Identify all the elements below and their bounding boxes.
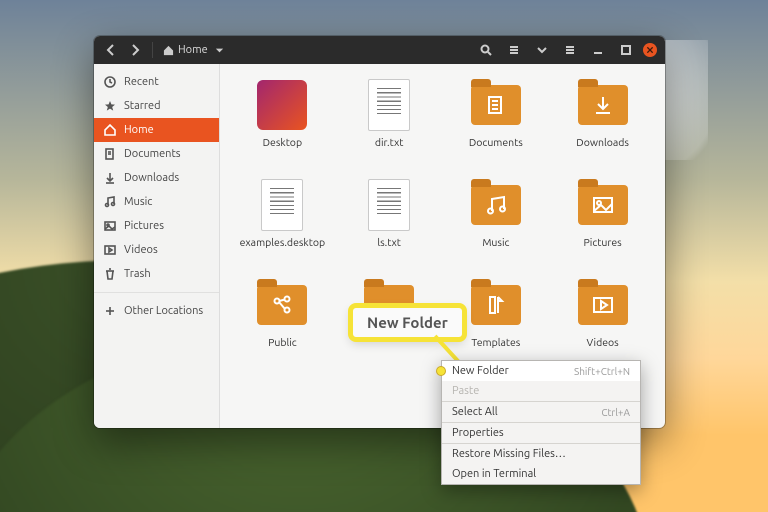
pictures-icon	[104, 220, 116, 232]
folder-icon	[471, 185, 521, 225]
file-item-label: Downloads	[576, 136, 629, 148]
file-item-label: Music	[482, 236, 509, 248]
folder-icon	[471, 85, 521, 125]
trash-icon	[104, 268, 116, 280]
context-menu-item-terminal[interactable]: Open in Terminal	[442, 464, 640, 484]
file-item-music[interactable]: Music	[444, 178, 549, 276]
context-menu: New Folder Shift+Ctrl+N Paste Select All…	[441, 360, 641, 485]
file-item-desktop[interactable]: Desktop	[230, 78, 335, 176]
context-menu-label: New Folder	[452, 365, 509, 377]
documents-icon	[104, 148, 116, 160]
menu-button[interactable]	[559, 40, 581, 60]
forward-button[interactable]	[124, 40, 146, 60]
sidebar-item-home[interactable]: Home	[94, 118, 219, 142]
context-menu-item-paste: Paste	[442, 381, 640, 401]
file-item-examples-desktop[interactable]: examples.desktop	[230, 178, 335, 276]
context-menu-accel: Ctrl+A	[601, 407, 630, 418]
context-menu-item-properties[interactable]: Properties	[442, 423, 640, 443]
context-menu-item-new-folder[interactable]: New Folder Shift+Ctrl+N	[442, 361, 640, 381]
sidebar-item-label: Downloads	[124, 172, 179, 184]
file-item-documents[interactable]: Documents	[444, 78, 549, 176]
minimize-button[interactable]	[587, 40, 609, 60]
view-options-button[interactable]	[531, 40, 553, 60]
file-item-ls-txt[interactable]: ls.txt	[337, 178, 442, 276]
titlebar: Home	[94, 36, 665, 64]
sidebar-item-label: Other Locations	[124, 305, 203, 317]
plus-icon	[104, 305, 116, 317]
file-item-label: Public	[268, 336, 297, 348]
sidebar-item-trash[interactable]: Trash	[94, 262, 219, 286]
search-button[interactable]	[475, 40, 497, 60]
text-file-icon	[368, 179, 410, 231]
context-menu-label: Select All	[452, 406, 498, 418]
file-item-label: ls.txt	[377, 236, 401, 248]
sidebar-item-recent[interactable]: Recent	[94, 70, 219, 94]
sidebar-item-label: Starred	[124, 100, 161, 112]
home-icon	[163, 45, 174, 56]
context-menu-label: Restore Missing Files…	[452, 448, 566, 460]
sidebar: Recent Starred Home Documents Downloads …	[94, 64, 220, 428]
context-menu-label: Properties	[452, 427, 504, 439]
sidebar-item-label: Documents	[124, 148, 181, 160]
sidebar-item-pictures[interactable]: Pictures	[94, 214, 219, 238]
context-menu-accel: Shift+Ctrl+N	[574, 366, 630, 377]
videos-icon	[104, 244, 116, 256]
sidebar-item-documents[interactable]: Documents	[94, 142, 219, 166]
file-item-label: Documents	[469, 136, 523, 148]
home-icon	[104, 124, 116, 136]
folder-icon	[578, 85, 628, 125]
sidebar-item-other-locations[interactable]: Other Locations	[94, 299, 219, 323]
sidebar-item-starred[interactable]: Starred	[94, 94, 219, 118]
clock-icon	[104, 76, 116, 88]
sidebar-item-label: Videos	[124, 244, 158, 256]
folder-icon	[578, 185, 628, 225]
text-file-icon	[261, 179, 303, 231]
sidebar-item-label: Pictures	[124, 220, 164, 232]
folder-icon	[257, 285, 307, 325]
music-icon	[104, 196, 116, 208]
file-item-public[interactable]: Public	[230, 278, 335, 376]
file-item-label: examples.desktop	[240, 236, 326, 248]
close-button[interactable]	[643, 43, 657, 57]
sidebar-item-downloads[interactable]: Downloads	[94, 166, 219, 190]
callout-new-folder: New Folder	[350, 305, 465, 340]
context-menu-item-select-all[interactable]: Select All Ctrl+A	[442, 402, 640, 422]
download-icon	[104, 172, 116, 184]
file-item-label: Pictures	[584, 236, 622, 248]
breadcrumb-home[interactable]: Home	[157, 40, 235, 60]
file-item-label: dir.txt	[375, 136, 404, 148]
file-item-label: Videos	[587, 336, 619, 348]
file-item-pictures[interactable]: Pictures	[550, 178, 655, 276]
folder-icon	[578, 285, 628, 325]
sidebar-item-label: Home	[124, 124, 154, 136]
sidebar-item-videos[interactable]: Videos	[94, 238, 219, 262]
sidebar-item-music[interactable]: Music	[94, 190, 219, 214]
file-item-label: Desktop	[263, 136, 302, 148]
file-item-downloads[interactable]: Downloads	[550, 78, 655, 176]
sidebar-item-label: Trash	[124, 268, 151, 280]
callout-label: New Folder	[367, 314, 448, 331]
maximize-button[interactable]	[615, 40, 637, 60]
context-menu-label: Paste	[452, 385, 479, 397]
text-file-icon	[368, 79, 410, 131]
highlight-dot-icon	[437, 367, 443, 375]
context-menu-item-restore[interactable]: Restore Missing Files…	[442, 444, 640, 464]
folder-icon	[471, 285, 521, 325]
back-button[interactable]	[100, 40, 122, 60]
sidebar-item-label: Recent	[124, 76, 159, 88]
desktop-icon	[257, 80, 307, 130]
view-list-button[interactable]	[503, 40, 525, 60]
breadcrumb-label: Home	[178, 44, 208, 56]
chevron-down-icon	[214, 45, 225, 56]
file-item-dir-txt[interactable]: dir.txt	[337, 78, 442, 176]
sidebar-item-label: Music	[124, 196, 152, 208]
star-icon	[104, 100, 116, 112]
context-menu-label: Open in Terminal	[452, 468, 536, 480]
